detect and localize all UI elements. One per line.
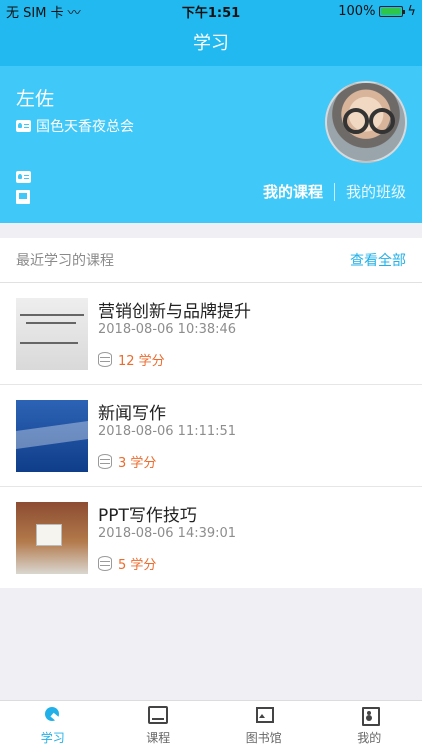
battery-icon bbox=[379, 5, 406, 17]
charging-icon: ϟ bbox=[407, 3, 416, 19]
id-card-icon bbox=[16, 120, 31, 132]
course-credits: 5 学分 bbox=[98, 554, 156, 573]
recent-courses: 最近学习的课程 查看全部 营销创新与品牌提升 2018-08-06 10:38:… bbox=[0, 238, 422, 588]
carrier-text: 无 SIM 卡 bbox=[6, 5, 64, 21]
credits-text: 12 学分 bbox=[118, 354, 165, 369]
profile-tabs: 我的课程 我的班级 bbox=[263, 181, 406, 202]
credits-icon bbox=[98, 556, 112, 571]
status-right: 100% ϟ bbox=[338, 4, 416, 19]
wifi-icon: 〰 bbox=[67, 5, 81, 21]
credits-icon bbox=[98, 454, 112, 469]
tab-courses-label: 课程 bbox=[146, 730, 171, 745]
avatar[interactable] bbox=[325, 81, 407, 163]
course-thumbnail bbox=[16, 298, 88, 370]
status-bar: 无 SIM 卡 〰 下午1:51 100% ϟ bbox=[0, 0, 422, 22]
course-title: 营销创新与品牌提升 bbox=[98, 302, 251, 322]
recent-courses-title: 最近学习的课程 bbox=[16, 253, 114, 269]
course-thumbnail bbox=[16, 502, 88, 574]
nav-bar: 学习 bbox=[0, 22, 422, 66]
course-credits: 3 学分 bbox=[98, 452, 156, 471]
view-all-link[interactable]: 查看全部 bbox=[350, 250, 406, 270]
battery-fill bbox=[381, 7, 402, 15]
battery-percent: 100% bbox=[338, 3, 376, 19]
profile-header: 左佐 国色天香夜总会 我的课程 我的班级 bbox=[0, 66, 422, 223]
tab-study-label: 学习 bbox=[40, 730, 65, 745]
thumbnail-line bbox=[20, 314, 84, 316]
course-thumbnail bbox=[16, 400, 88, 472]
status-left: 无 SIM 卡 〰 bbox=[6, 2, 81, 21]
tab-library-label: 图书馆 bbox=[245, 730, 282, 745]
course-time: 2018-08-06 14:39:01 bbox=[98, 526, 237, 541]
credits-text: 3 学分 bbox=[118, 456, 157, 471]
thumbnail-wave bbox=[16, 420, 88, 450]
course-row[interactable]: 营销创新与品牌提升 2018-08-06 10:38:46 12 学分 bbox=[0, 283, 422, 385]
document-icon bbox=[16, 190, 30, 204]
tab-mine-label: 我的 bbox=[357, 730, 382, 745]
page-title: 学习 bbox=[193, 33, 229, 54]
course-title: 新闻写作 bbox=[98, 404, 166, 424]
tab-study[interactable]: 学习 bbox=[0, 701, 106, 750]
recent-courses-header: 最近学习的课程 查看全部 bbox=[0, 238, 422, 283]
bottom-tabbar: 学习 课程 图书馆 我的 bbox=[0, 700, 422, 750]
profile-icon bbox=[359, 706, 381, 726]
tab-my-classes[interactable]: 我的班级 bbox=[346, 181, 406, 202]
contact-card-icon bbox=[16, 171, 31, 183]
course-credits: 12 学分 bbox=[98, 350, 165, 369]
tab-mine[interactable]: 我的 bbox=[317, 701, 422, 750]
org-name: 国色天香夜总会 bbox=[36, 119, 134, 135]
course-title: PPT写作技巧 bbox=[98, 506, 197, 526]
thumbnail-screen bbox=[36, 524, 62, 546]
library-icon bbox=[254, 706, 274, 724]
profile-org: 国色天香夜总会 bbox=[16, 116, 134, 136]
course-time: 2018-08-06 11:11:51 bbox=[98, 424, 237, 439]
course-time: 2018-08-06 10:38:46 bbox=[98, 322, 237, 337]
tab-my-courses[interactable]: 我的课程 bbox=[263, 181, 323, 202]
tab-library[interactable]: 图书馆 bbox=[211, 701, 317, 750]
credits-icon bbox=[98, 352, 112, 367]
course-row[interactable]: 新闻写作 2018-08-06 11:11:51 3 学分 bbox=[0, 385, 422, 487]
thumbnail-line bbox=[20, 342, 78, 344]
tab-courses[interactable]: 课程 bbox=[106, 701, 212, 750]
thumbnail-line bbox=[26, 322, 76, 324]
study-icon bbox=[43, 706, 63, 724]
course-icon bbox=[148, 705, 169, 724]
profile-name: 左佐 bbox=[16, 88, 55, 110]
credits-text: 5 学分 bbox=[118, 558, 157, 573]
course-row[interactable]: PPT写作技巧 2018-08-06 14:39:01 5 学分 bbox=[0, 487, 422, 589]
tab-divider bbox=[333, 182, 335, 201]
